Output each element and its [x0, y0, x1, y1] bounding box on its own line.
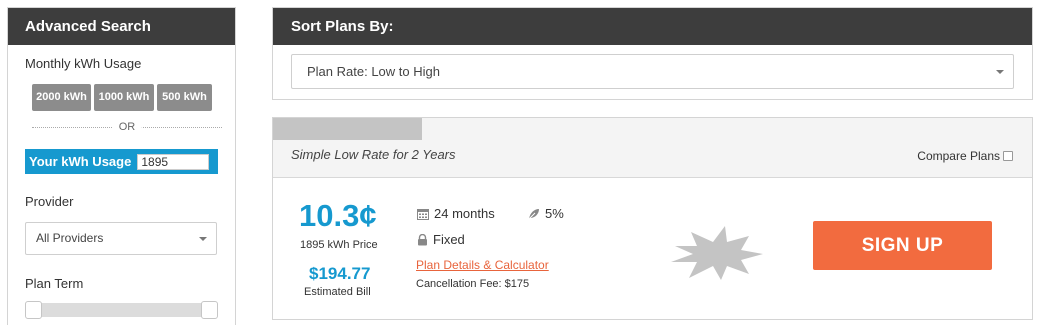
cancellation-fee: Cancellation Fee: $175 [416, 278, 530, 290]
compare-plans-checkbox[interactable] [1003, 151, 1013, 161]
custom-usage-row: Your kWh Usage [25, 149, 218, 174]
sort-panel: Sort Plans By: Plan Rate: Low to High [272, 7, 1033, 100]
lock-icon [417, 233, 428, 246]
rate-price: 10.3¢ [299, 198, 377, 233]
sort-select[interactable]: Plan Rate: Low to High [291, 54, 1014, 89]
slider-handle-max[interactable] [201, 301, 218, 319]
renewable-feature: 5% [528, 206, 564, 221]
slider-handle-min[interactable] [25, 301, 42, 319]
usage-input[interactable] [137, 153, 210, 170]
calendar-icon [417, 208, 429, 220]
chevron-down-icon [996, 70, 1004, 74]
provider-label: Provider [25, 194, 74, 209]
monthly-usage-label: Monthly kWh Usage [25, 56, 142, 71]
usage-2000-button[interactable]: 2000 kWh [32, 84, 91, 111]
advanced-search-sidebar: Advanced Search Monthly kWh Usage 2000 k… [7, 7, 236, 325]
estimated-bill-amount: $194.77 [309, 264, 371, 283]
provider-name-redacted [273, 118, 422, 140]
badge-starburst-icon [669, 224, 765, 287]
plan-term-label: Plan Term [25, 276, 84, 291]
usage-button-group: 2000 kWh 1000 kWh 500 kWh [32, 84, 212, 111]
leaf-icon [528, 208, 540, 220]
plan-details-link[interactable]: Plan Details & Calculator [416, 258, 549, 272]
chevron-down-icon [199, 237, 207, 241]
provider-selected-value: All Providers [36, 231, 104, 245]
plan-tagline: Simple Low Rate for 2 Years [291, 147, 456, 162]
sort-selected-value: Plan Rate: Low to High [307, 64, 440, 79]
compare-plans-toggle[interactable]: Compare Plans [917, 149, 1013, 163]
plan-term-slider[interactable] [25, 301, 218, 319]
usage-500-button[interactable]: 500 kWh [157, 84, 212, 111]
compare-plans-label: Compare Plans [917, 149, 1000, 163]
estimated-bill-label: Estimated Bill [304, 286, 371, 298]
or-divider: OR [32, 120, 222, 134]
plan-card: Simple Low Rate for 2 Years Compare Plan… [272, 117, 1033, 320]
rate-type-feature: Fixed [417, 232, 465, 247]
sidebar-title: Advanced Search [8, 8, 235, 45]
or-text: OR [112, 120, 142, 134]
signup-button[interactable]: SIGN UP [813, 221, 992, 270]
rate-price-label: 1895 kWh Price [300, 239, 378, 251]
usage-1000-button[interactable]: 1000 kWh [94, 84, 154, 111]
provider-select[interactable]: All Providers [25, 222, 217, 255]
plan-term-feature: 24 months [417, 206, 495, 221]
plan-term-text: 24 months [434, 206, 495, 221]
your-usage-label: Your kWh Usage [29, 154, 132, 169]
renewable-text: 5% [545, 206, 564, 221]
rate-type-text: Fixed [433, 232, 465, 247]
sort-title: Sort Plans By: [273, 8, 1032, 45]
plan-card-header: Simple Low Rate for 2 Years Compare Plan… [273, 118, 1032, 178]
